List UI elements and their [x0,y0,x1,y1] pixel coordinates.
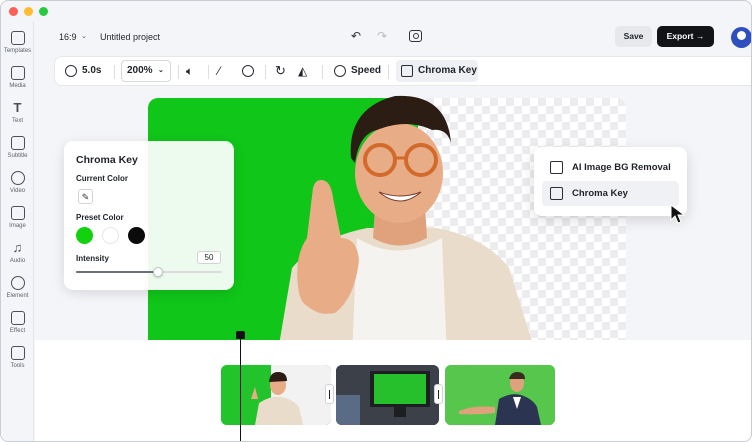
intensity-slider[interactable] [76,267,222,277]
person-photo [277,95,537,357]
project-title[interactable]: Untitled project [100,32,160,42]
clip-thumbnail [221,365,331,425]
effect-icon [10,311,25,325]
preset-color-white[interactable] [102,227,119,244]
minimize-window-button[interactable] [24,7,33,16]
sidebar-item-video[interactable]: Video [1,171,34,203]
chroma-key-icon [401,65,413,77]
duration-value[interactable]: 5.0s [82,57,101,85]
sidebar-item-audio[interactable]: ♫ Audio [1,241,34,273]
filters-icon[interactable] [242,65,254,77]
divider [114,65,115,79]
aspect-ratio-select[interactable]: 16:9 [59,32,77,42]
menu-item-ai-bg-removal[interactable]: AI Image BG Removal [542,155,679,180]
tools-icon [10,346,25,360]
chevron-down-icon: ⌄ [158,67,164,74]
sidebar-item-label: Effect [9,328,26,334]
sidebar-item-text[interactable]: T Text [1,101,34,133]
screenshot-icon[interactable] [409,30,422,42]
audio-icon: ♫ [12,240,23,255]
sidebar-item-templates[interactable]: Templates [1,31,34,63]
maximize-window-button[interactable] [39,7,48,16]
timeline-clip[interactable] [445,365,555,425]
zoom-value: 200% [127,65,153,76]
eraser-icon [550,161,563,174]
video-icon [10,171,25,185]
export-label: Export [666,31,694,41]
background-tools-menu: AI Image BG Removal Chroma Key [534,147,687,216]
edit-toolbar: 5.0s 200% ⌄ 🔈︎ ⁄ ↻ ◭ Speed Chroma Key [54,56,751,86]
chevron-down-icon: ⌄ [81,33,87,40]
mouse-cursor-icon [670,204,686,224]
subtitle-icon [10,136,25,150]
intensity-label: Intensity [76,254,109,263]
preset-color-black[interactable] [128,227,145,244]
magic-wand-icon[interactable]: ⁄ [218,57,220,85]
chroma-key-label: Chroma Key [418,65,477,76]
divider [208,65,209,79]
sidebar-item-label: Media [9,83,26,89]
divider [178,65,179,79]
panel-title: Chroma Key [76,154,138,166]
intensity-slider-handle[interactable] [153,267,163,277]
transition-handle[interactable] [434,384,443,404]
timeline-clip[interactable] [221,365,331,425]
intensity-slider-fill [76,271,158,273]
divider [265,65,266,79]
clock-icon [65,65,77,77]
flip-icon[interactable]: ◭ [298,57,307,85]
sidebar-item-element[interactable]: Element [1,276,34,308]
sidebar-item-label: Templates [3,48,32,54]
clip-thumbnail [336,365,439,425]
top-bar: 16:9 ⌄ Untitled project ↶ ↷ Save Export … [35,21,751,55]
image-icon [10,206,25,220]
text-icon: T [13,100,22,115]
menu-item-label: Chroma Key [572,188,628,199]
speed-button[interactable]: Speed [351,57,381,85]
avatar[interactable] [731,27,751,48]
close-window-button[interactable] [9,7,18,16]
intensity-value-input[interactable]: 50 [197,251,221,264]
sidebar-item-subtitle[interactable]: Subtitle [1,136,34,168]
arrow-right-icon: → [695,31,705,41]
chroma-key-panel: Chroma Key Current Color ✎ Preset Color … [64,141,234,290]
divider [388,65,389,79]
templates-icon [10,31,25,45]
rotate-icon[interactable]: ↻ [275,57,286,85]
sidebar-item-label: Image [9,223,26,229]
redo-icon[interactable]: ↷ [377,29,387,43]
sidebar-item-label: Audio [9,258,26,264]
media-icon [10,66,25,80]
sidebar-item-media[interactable]: Media [1,66,34,98]
sidebar-item-label: Tools [10,363,25,369]
preset-color-label: Preset Color [76,213,124,222]
sidebar-item-label: Video [9,188,26,194]
sidebar-item-label: Subtitle [7,153,28,159]
sidebar-item-label: Text [11,118,23,124]
sidebar-item-effect[interactable]: Effect [1,311,34,343]
transition-handle[interactable] [325,384,334,404]
sidebar-item-label: Element [6,293,29,299]
playhead[interactable] [240,331,241,441]
menu-item-chroma-key[interactable]: Chroma Key [542,181,679,206]
chroma-key-icon [550,187,563,200]
left-sidebar: Templates Media T Text Subtitle Video Im… [1,21,34,441]
timeline [35,340,751,441]
element-icon [10,276,25,290]
current-color-label: Current Color [76,174,128,183]
export-button[interactable]: Export → [657,26,714,47]
eyedropper-icon[interactable]: ✎ [78,189,93,204]
app-window: Templates Media T Text Subtitle Video Im… [0,0,752,442]
undo-icon[interactable]: ↶ [351,29,361,43]
menu-item-label: AI Image BG Removal [572,162,671,173]
volume-icon[interactable]: 🔈︎ [186,57,193,85]
timeline-clip[interactable] [336,365,439,425]
preset-color-green[interactable] [76,227,93,244]
speed-icon [334,65,346,77]
sidebar-item-image[interactable]: Image [1,206,34,238]
divider [322,65,323,79]
save-button[interactable]: Save [615,26,652,47]
sidebar-item-tools[interactable]: Tools [1,346,34,378]
clip-thumbnail [445,365,555,425]
